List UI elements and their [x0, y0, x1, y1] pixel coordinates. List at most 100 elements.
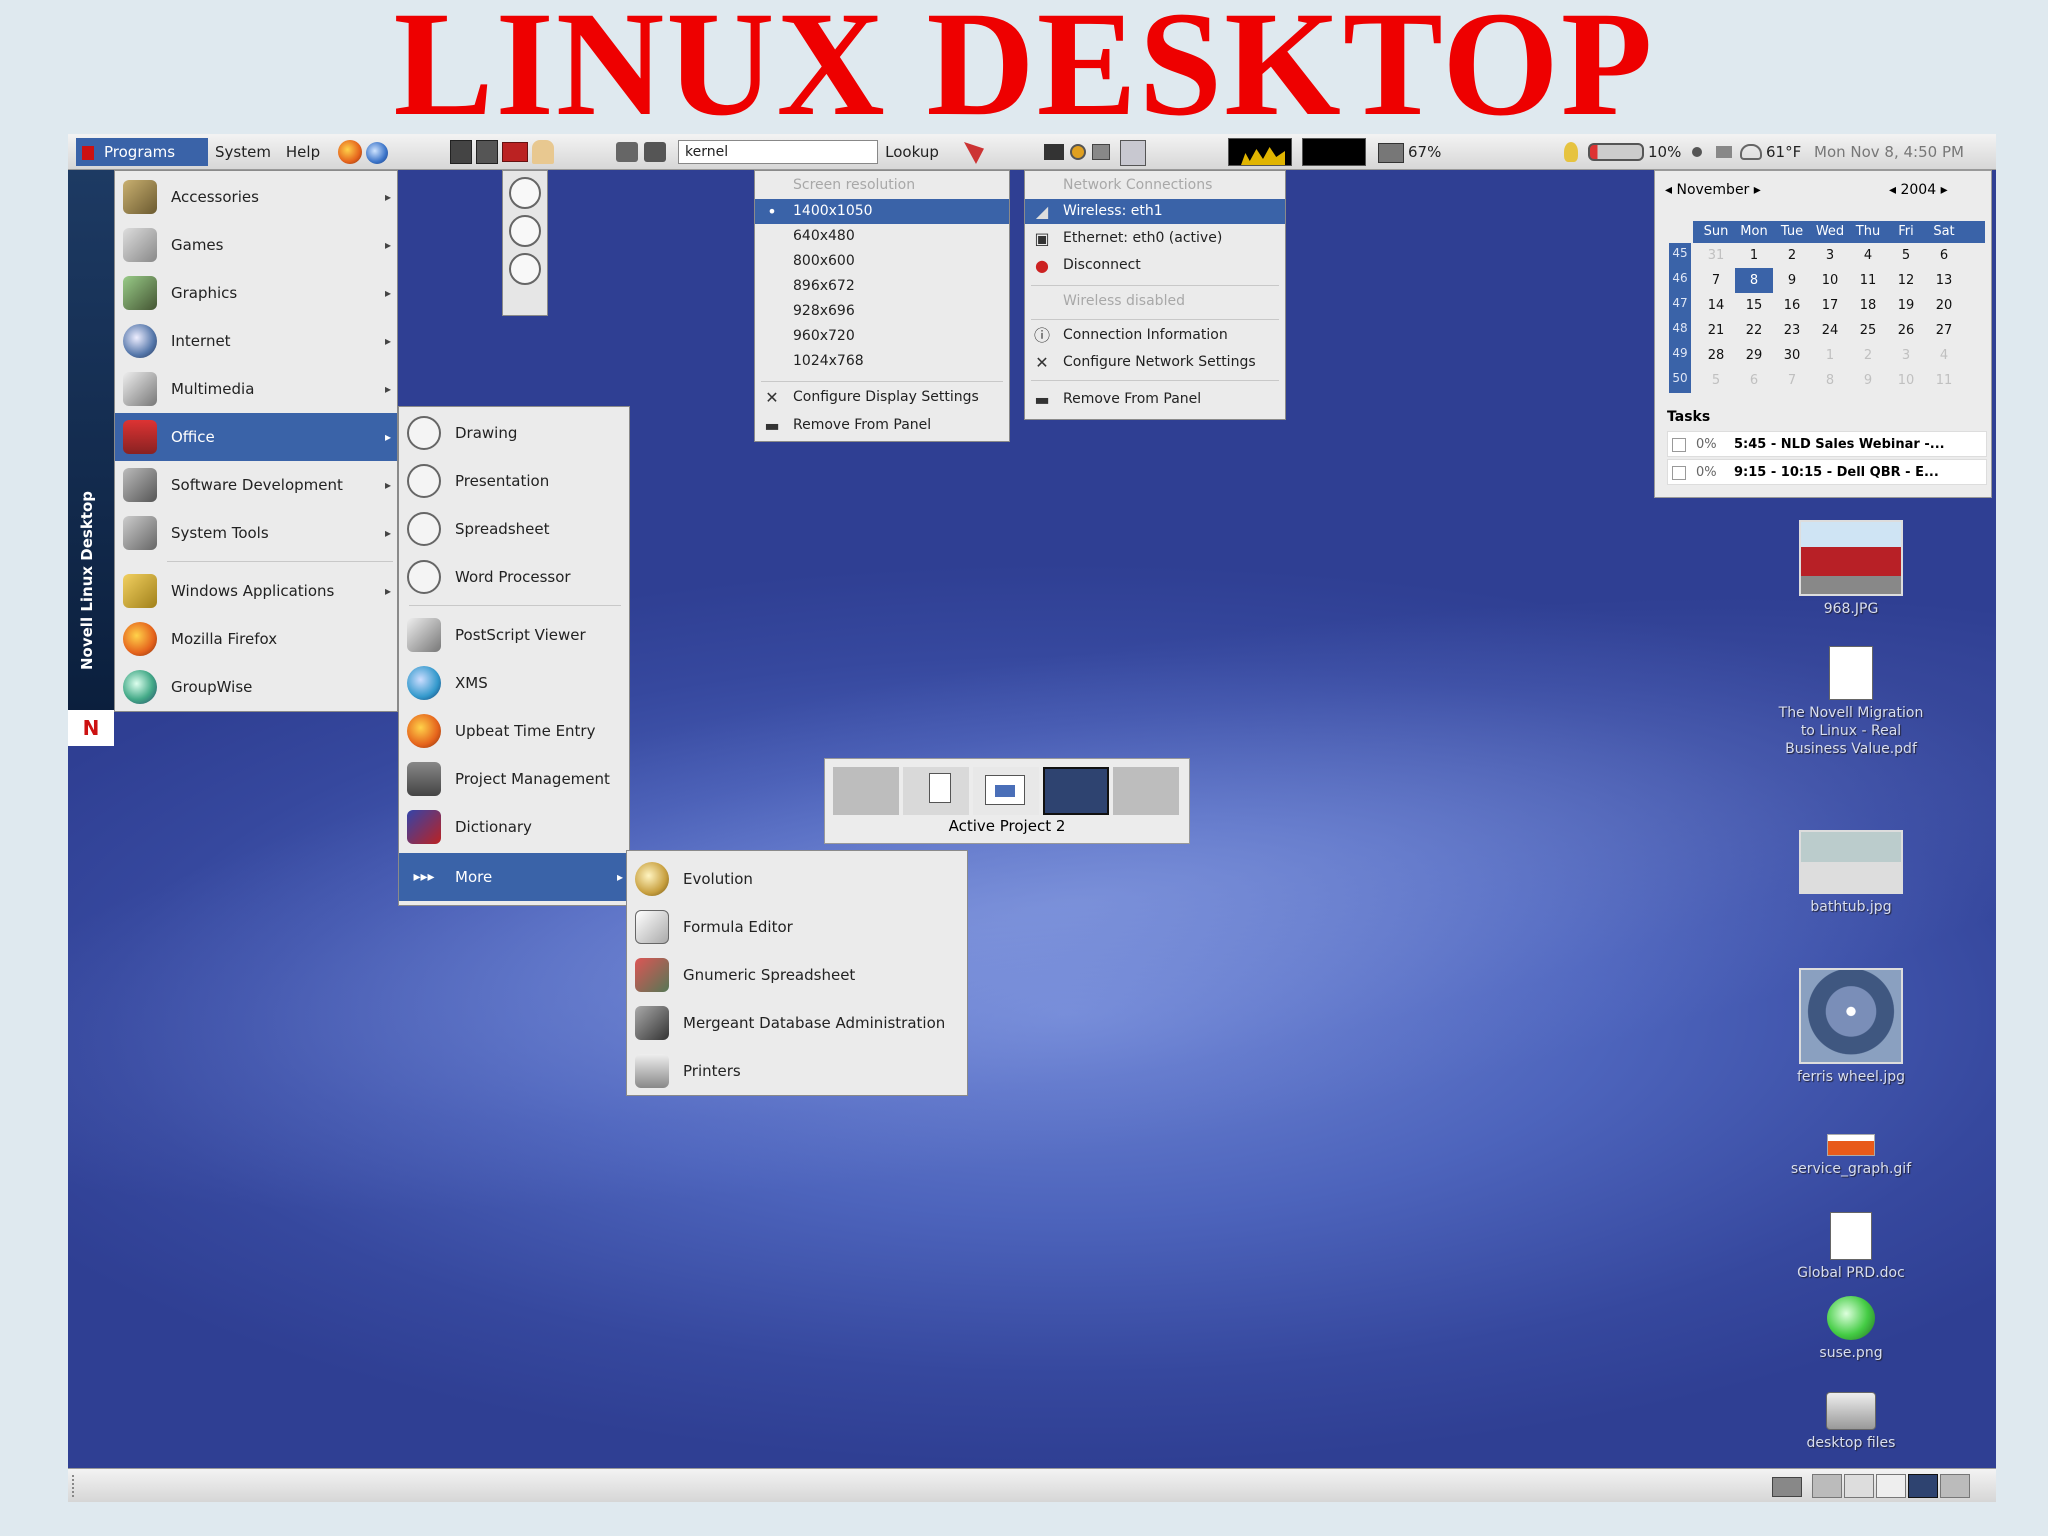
calendar-day[interactable]: 14 [1697, 293, 1735, 318]
calendar-day[interactable]: 1 [1735, 243, 1773, 268]
wireless-item[interactable]: ◢ Wireless: eth1 [1025, 199, 1285, 224]
menu-item-games[interactable]: Games ▸ [115, 221, 397, 269]
calendar-day[interactable]: 25 [1849, 318, 1887, 343]
connection-information-item[interactable]: ⓘ Connection Information [1025, 323, 1285, 348]
resolution-option[interactable]: 800x600 [755, 249, 1009, 274]
calendar-day[interactable]: 6 [1735, 368, 1773, 393]
task-item[interactable]: 0% 9:15 - 10:15 - Dell QBR - E... [1667, 459, 1987, 485]
menu-item-system-tools[interactable]: System Tools ▸ [115, 509, 397, 557]
month-nav[interactable]: ◂ November ▸ [1665, 179, 1761, 201]
disconnect-item[interactable]: ● Disconnect [1025, 253, 1285, 278]
task-checkbox[interactable] [1672, 466, 1686, 480]
menu-item-internet[interactable]: Internet ▸ [115, 317, 397, 365]
workspace-cell-active[interactable] [1043, 767, 1109, 815]
desktop-icon-global-prd-doc[interactable]: Global PRD.doc [1776, 1212, 1926, 1282]
pager-workspace-active[interactable] [1908, 1474, 1938, 1498]
workspace-cell[interactable] [1113, 767, 1179, 815]
menu-item-printers[interactable]: Printers [627, 1047, 967, 1095]
calendar-day[interactable]: 30 [1773, 343, 1811, 368]
calendar-day[interactable]: 5 [1887, 243, 1925, 268]
weather-applet-icon[interactable] [1740, 144, 1762, 160]
resolution-option[interactable]: 640x480 [755, 224, 1009, 249]
calendar-day[interactable]: 31 [1697, 243, 1735, 268]
desktop-icon-ferris-wheel-jpg[interactable]: ferris wheel.jpg [1776, 968, 1926, 1086]
menu-item-xms[interactable]: XMS [399, 659, 629, 707]
calendar-day[interactable]: 15 [1735, 293, 1773, 318]
menu-item-postscript-viewer[interactable]: PostScript Viewer [399, 611, 629, 659]
calendar-day[interactable]: 26 [1887, 318, 1925, 343]
calendar-day[interactable]: 12 [1887, 268, 1925, 293]
menu-item-office[interactable]: Office ▸ [115, 413, 397, 461]
dictionary-applet-icon[interactable] [964, 142, 984, 164]
calendar-day[interactable]: 19 [1887, 293, 1925, 318]
display-applet-icon[interactable] [1044, 144, 1064, 160]
prev-year-icon[interactable]: ◂ [1889, 182, 1896, 198]
menu-item-gnumeric-spreadsheet[interactable]: Gnumeric Spreadsheet [627, 951, 967, 999]
workspace-cell[interactable] [973, 767, 1039, 815]
calendar-day[interactable]: 10 [1811, 268, 1849, 293]
panel-handle-icon[interactable] [72, 1475, 80, 1497]
menu-item-multimedia[interactable]: Multimedia ▸ [115, 365, 397, 413]
command-line-input[interactable]: kernel [678, 140, 878, 164]
calendar-day[interactable]: 2 [1773, 243, 1811, 268]
menu-item-mergeant[interactable]: Mergeant Database Administration [627, 999, 967, 1047]
workspace-cell[interactable] [903, 767, 969, 815]
workspace-applet-icon[interactable] [1092, 144, 1110, 160]
memory-monitor-graph[interactable] [1302, 138, 1366, 166]
next-year-icon[interactable]: ▸ [1941, 182, 1948, 198]
calendar-day[interactable]: 18 [1849, 293, 1887, 318]
writer-launcher-icon[interactable] [509, 253, 541, 285]
battery-meter[interactable] [1588, 143, 1644, 161]
calendar-day[interactable]: 8 [1811, 368, 1849, 393]
calendar-day[interactable]: 3 [1811, 243, 1849, 268]
globe-launcher-icon[interactable] [366, 142, 388, 164]
calendar-day[interactable]: 9 [1849, 368, 1887, 393]
spreadsheet-launcher-icon[interactable] [509, 215, 541, 247]
desktop-icon-service-graph-gif[interactable]: service_graph.gif [1776, 1134, 1926, 1178]
configure-network-item[interactable]: ✕ Configure Network Settings [1025, 350, 1285, 375]
sun-applet-icon[interactable] [1070, 144, 1086, 160]
calendar-day[interactable]: 5 [1697, 368, 1735, 393]
calendar-day[interactable]: 16 [1773, 293, 1811, 318]
programs-menu-button[interactable]: Programs [76, 138, 208, 166]
launcher-icon-1[interactable] [450, 140, 472, 164]
resolution-option[interactable]: • 1400x1050 [755, 199, 1009, 224]
calendar-day[interactable]: 21 [1697, 318, 1735, 343]
volume-applet-icon[interactable] [1692, 147, 1702, 157]
calendar-day[interactable]: 7 [1697, 268, 1735, 293]
show-desktop-icon[interactable] [1772, 1477, 1802, 1497]
workspace-cell[interactable] [833, 767, 899, 815]
menu-item-formula-editor[interactable]: Formula Editor [627, 903, 967, 951]
remove-from-panel-item[interactable]: ▬ Remove From Panel [1025, 387, 1285, 412]
desktop-icon-desktop-files[interactable]: desktop files [1776, 1392, 1926, 1452]
menu-item-evolution[interactable]: Evolution [627, 855, 967, 903]
resolution-option[interactable]: 928x696 [755, 299, 1009, 324]
calendar-day[interactable]: 23 [1773, 318, 1811, 343]
calendar-day[interactable]: 17 [1811, 293, 1849, 318]
calendar-day[interactable]: 29 [1735, 343, 1773, 368]
calendar-day[interactable]: 8 [1735, 268, 1773, 293]
menu-item-drawing[interactable]: Drawing [399, 409, 629, 457]
lightbulb-applet-icon[interactable] [1564, 142, 1578, 162]
desktop-icon-novell-pdf[interactable]: The Novell Migration to Linux - Real Bus… [1776, 646, 1926, 758]
ethernet-item[interactable]: ▣ Ethernet: eth0 (active) [1025, 226, 1285, 251]
menu-item-presentation[interactable]: Presentation [399, 457, 629, 505]
cpu-monitor-graph[interactable] [1228, 138, 1292, 166]
calendar-day[interactable]: 9 [1773, 268, 1811, 293]
toolbox-launcher-icon[interactable] [502, 142, 528, 162]
lookup-button[interactable]: Lookup [880, 134, 944, 170]
menu-item-project-management[interactable]: Project Management [399, 755, 629, 803]
menu-item-software-development[interactable]: Software Development ▸ [115, 461, 397, 509]
menu-item-windows-applications[interactable]: Windows Applications ▸ [115, 567, 397, 615]
resolution-option[interactable]: 1024x768 [755, 349, 1009, 374]
resolution-option[interactable]: 960x720 [755, 324, 1009, 349]
pager-workspace[interactable] [1940, 1474, 1970, 1498]
desktop-icon-suse-png[interactable]: suse.png [1776, 1296, 1926, 1362]
calendar-day[interactable]: 20 [1925, 293, 1963, 318]
firefox-launcher-icon[interactable] [338, 140, 362, 164]
pager-workspace[interactable] [1876, 1474, 1906, 1498]
disk-applet-icon[interactable] [1378, 143, 1404, 163]
prev-month-icon[interactable]: ◂ [1665, 182, 1672, 198]
resolution-option[interactable]: 896x672 [755, 274, 1009, 299]
menu-item-accessories[interactable]: Accessories ▸ [115, 173, 397, 221]
